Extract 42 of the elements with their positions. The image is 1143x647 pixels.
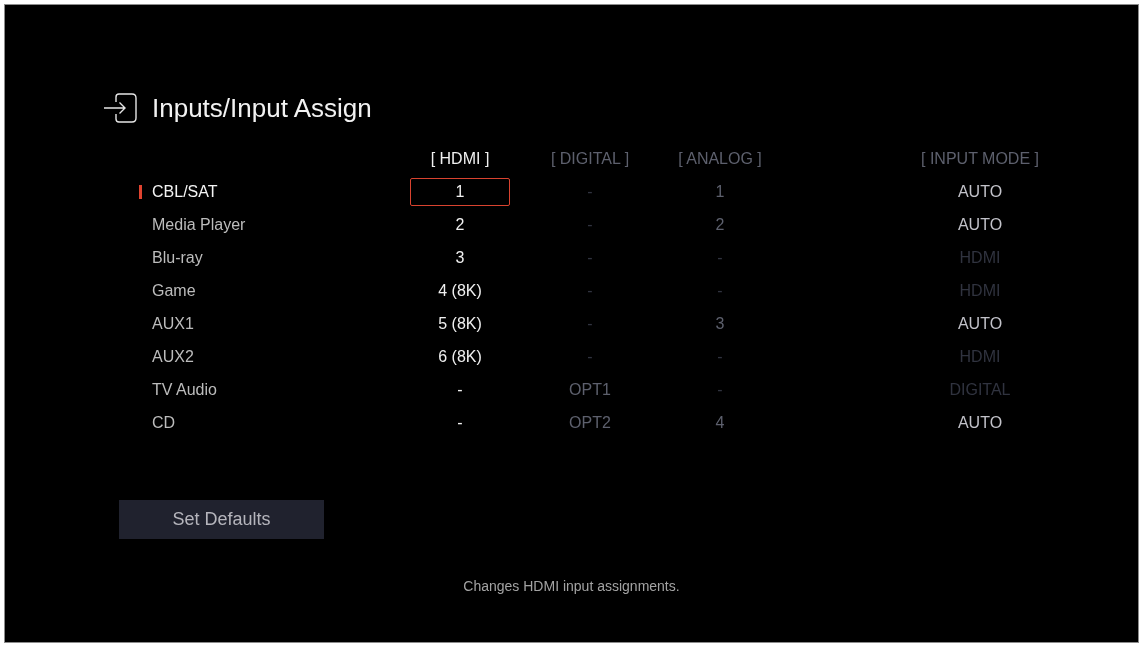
- arrow-into-box-icon: [103, 93, 137, 123]
- table-cell: -: [587, 346, 593, 367]
- table-cell[interactable]: 3: [455, 247, 465, 268]
- table-cell: HDMI: [959, 247, 1001, 268]
- input-source-label: TV Audio: [152, 379, 218, 400]
- table-cell: -: [587, 247, 593, 268]
- table-cell: -: [587, 313, 593, 334]
- table-cell: DIGITAL: [949, 379, 1011, 400]
- table-cell[interactable]: 5 (8K): [438, 313, 482, 334]
- table-cell: -: [717, 247, 723, 268]
- table-cell: -: [587, 181, 593, 202]
- table-cell[interactable]: 2: [455, 214, 465, 235]
- input-source-label: CBL/SAT: [152, 181, 219, 202]
- page-title: Inputs/Input Assign: [152, 93, 372, 123]
- table-cell: -: [717, 379, 723, 400]
- column-header: [ INPUT MODE ]: [921, 148, 1039, 169]
- table-cell: -: [717, 346, 723, 367]
- table-cell[interactable]: 4 (8K): [438, 280, 482, 301]
- column-header: [ ANALOG ]: [678, 148, 762, 169]
- set-defaults-button[interactable]: Set Defaults: [119, 500, 324, 539]
- table-cell[interactable]: AUTO: [957, 412, 1003, 433]
- selection-marker-icon: [139, 184, 142, 199]
- input-source-label: CD: [152, 412, 177, 433]
- table-cell[interactable]: -: [457, 412, 463, 433]
- table-cell: -: [587, 280, 593, 301]
- table-cell: -: [717, 280, 723, 301]
- table-cell[interactable]: AUTO: [957, 181, 1003, 202]
- table-cell: -: [587, 214, 593, 235]
- table-cell[interactable]: 6 (8K): [438, 346, 482, 367]
- table-cell[interactable]: -: [457, 379, 463, 400]
- table-cell[interactable]: AUTO: [957, 214, 1003, 235]
- input-source-label: Blu-ray: [152, 247, 204, 268]
- input-source-label: Media Player: [152, 214, 247, 235]
- help-text: Changes HDMI input assignments.: [463, 578, 680, 595]
- table-cell: HDMI: [959, 346, 1001, 367]
- table-cell[interactable]: 1: [410, 177, 510, 206]
- column-header: [ DIGITAL ]: [550, 148, 630, 169]
- input-source-label: AUX1: [152, 313, 195, 334]
- table-cell: HDMI: [959, 280, 1001, 301]
- input-source-label: Game: [152, 280, 197, 301]
- table-cell[interactable]: AUTO: [957, 313, 1003, 334]
- input-source-label: AUX2: [152, 346, 195, 367]
